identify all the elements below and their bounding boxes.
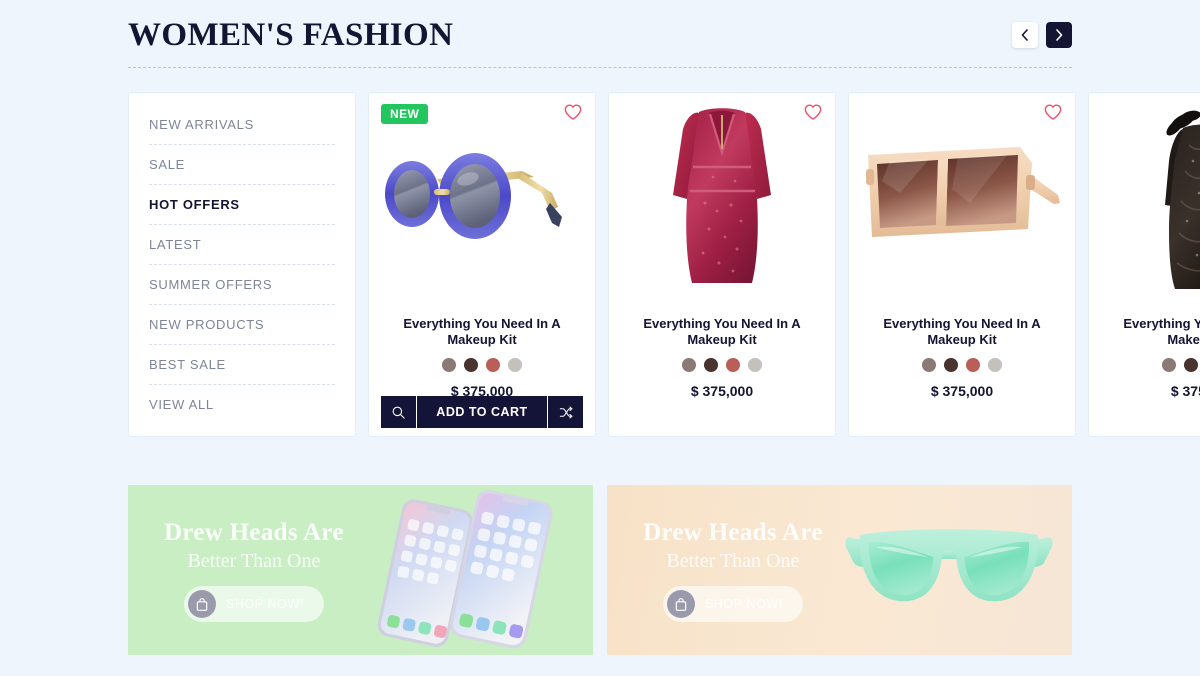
color-swatch[interactable]: [1162, 358, 1176, 372]
carousel-nav: [1012, 22, 1072, 48]
red-sequin-dress-image: [673, 108, 771, 283]
tan-square-sunglasses-image: [865, 147, 1060, 237]
heart-icon[interactable]: [803, 102, 823, 122]
shop-now-button[interactable]: SHOP NOW!: [662, 586, 803, 622]
bag-glyph: [675, 597, 687, 611]
womens-fashion-section: WOMEN'S FASHION NEW ARRIVALS SALE HOT OF…: [0, 0, 1200, 676]
product-action-bar: ADD TO CART: [381, 396, 583, 428]
sidebar-item-new-products[interactable]: NEW PRODUCTS: [149, 305, 335, 345]
color-swatch[interactable]: [682, 358, 696, 372]
color-swatch[interactable]: [486, 358, 500, 372]
product-info: Everything You Need In A Makeup Kit $ 37…: [369, 308, 595, 399]
page-title: WOMEN'S FASHION: [128, 16, 454, 53]
category-sidebar: NEW ARRIVALS SALE HOT OFFERS LATEST SUMM…: [128, 92, 356, 437]
product-carousel: NEW ARRIVALS SALE HOT OFFERS LATEST SUMM…: [128, 92, 1200, 437]
color-swatches: [623, 358, 821, 372]
color-swatches: [1103, 358, 1200, 372]
banner-text: Drew Heads Are Better Than One SHOP NOW!: [607, 518, 849, 622]
color-swatch[interactable]: [944, 358, 958, 372]
search-icon: [392, 406, 405, 419]
product-image: [369, 93, 595, 308]
carousel-prev-button[interactable]: [1012, 22, 1038, 48]
product-card[interactable]: Everything You Need In A Makeup Kit $ 37…: [1088, 92, 1200, 437]
quick-view-button[interactable]: [381, 396, 417, 428]
add-to-cart-button[interactable]: ADD TO CART: [417, 396, 547, 428]
blue-round-sunglasses-image: [385, 152, 562, 239]
banner-headline: Drew Heads Are: [643, 519, 823, 546]
bag-glyph: [196, 597, 208, 611]
color-swatch[interactable]: [966, 358, 980, 372]
color-swatch[interactable]: [988, 358, 1002, 372]
sidebar-item-summer-offers[interactable]: SUMMER OFFERS: [149, 265, 335, 305]
banner-headline: Drew Heads Are: [164, 519, 344, 546]
sidebar-item-new-arrivals[interactable]: NEW ARRIVALS: [149, 105, 335, 145]
section-header: WOMEN'S FASHION: [128, 12, 1072, 58]
promo-banner-phones[interactable]: Drew Heads Are Better Than One SHOP NOW!: [128, 485, 593, 655]
product-title: Everything You Need In A Makeup Kit: [883, 316, 1041, 347]
product-image: [609, 93, 835, 308]
shop-now-button[interactable]: SHOP NOW!: [183, 586, 324, 622]
header-divider: [128, 67, 1072, 68]
color-swatch[interactable]: [508, 358, 522, 372]
product-card[interactable]: Everything You Need In A Makeup Kit $ 37…: [608, 92, 836, 437]
compare-button[interactable]: [547, 396, 583, 428]
sidebar-item-best-sale[interactable]: BEST SALE: [149, 345, 335, 385]
sidebar-item-view-all[interactable]: VIEW ALL: [149, 385, 335, 424]
banner-artwork: [842, 485, 1056, 655]
shopping-bag-icon: [187, 590, 216, 618]
product-price: $ 375,000: [930, 383, 994, 399]
color-swatches: [383, 358, 581, 372]
color-swatch[interactable]: [704, 358, 718, 372]
color-swatch[interactable]: [464, 358, 478, 372]
chevron-left-icon: [1021, 29, 1028, 41]
sidebar-item-sale[interactable]: SALE: [149, 145, 335, 185]
product-info: Everything You Need In A Makeup Kit $ 37…: [849, 308, 1075, 399]
product-title: Everything You Need In A Makeup Kit: [403, 316, 561, 347]
heart-icon[interactable]: [1043, 102, 1063, 122]
black-sequin-dress-image: [1165, 110, 1200, 289]
chevron-right-icon: [1056, 29, 1063, 41]
banner-artwork: [363, 485, 577, 655]
promo-banner-sunglasses[interactable]: Drew Heads Are Better Than One SHOP NOW!: [607, 485, 1072, 655]
color-swatches: [863, 358, 1061, 372]
product-price: $ 375,000: [1170, 383, 1200, 399]
promo-banners: Drew Heads Are Better Than One SHOP NOW!: [128, 485, 1072, 655]
banner-text: Drew Heads Are Better Than One SHOP NOW!: [128, 518, 370, 622]
color-swatch[interactable]: [1184, 358, 1198, 372]
product-image: [1089, 93, 1200, 308]
product-info: Everything You Need In A Makeup Kit $ 37…: [1089, 308, 1200, 399]
product-title: Everything You Need In A Makeup Kit: [1123, 316, 1200, 347]
sidebar-item-latest[interactable]: LATEST: [149, 225, 335, 265]
shop-now-label: SHOP NOW!: [225, 597, 304, 611]
product-info: Everything You Need In A Makeup Kit $ 37…: [609, 308, 835, 399]
shopping-bag-icon: [666, 590, 695, 618]
two-smartphones-image: [377, 490, 553, 649]
color-swatch[interactable]: [748, 358, 762, 372]
heart-icon[interactable]: [563, 102, 583, 122]
shop-now-label: SHOP NOW!: [704, 597, 783, 611]
sidebar-item-hot-offers[interactable]: HOT OFFERS: [149, 185, 335, 225]
product-title: Everything You Need In A Makeup Kit: [643, 316, 801, 347]
status-badge: NEW: [381, 104, 429, 124]
product-price: $ 375,000: [690, 383, 754, 399]
banner-subline: Better Than One: [187, 550, 321, 572]
color-swatch[interactable]: [922, 358, 936, 372]
carousel-next-button[interactable]: [1046, 22, 1072, 48]
mint-sunglasses-image: [845, 529, 1053, 602]
color-swatch[interactable]: [442, 358, 456, 372]
color-swatch[interactable]: [726, 358, 740, 372]
product-image: [849, 93, 1075, 308]
shuffle-compare-icon: [559, 406, 573, 418]
banner-subline: Better Than One: [666, 550, 800, 572]
product-card[interactable]: Everything You Need In A Makeup Kit $ 37…: [848, 92, 1076, 437]
product-card[interactable]: NEW ADD TO CART Everything You Need In A…: [368, 92, 596, 437]
